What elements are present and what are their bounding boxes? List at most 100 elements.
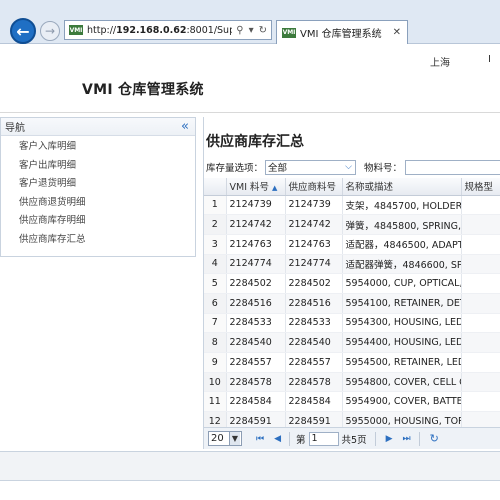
table-row[interactable]: 6 2284516 2284516 5954100, RETAINER, DET… bbox=[204, 293, 500, 314]
sidebar-item-customer-returns[interactable]: 客户退货明细 bbox=[1, 175, 195, 194]
app-title: VMI 仓库管理系统 bbox=[82, 82, 204, 98]
next-page-icon[interactable]: ▶ bbox=[386, 434, 393, 444]
page-size-select[interactable]: 20 ▼ bbox=[208, 431, 242, 446]
table-row[interactable]: 2 2124742 2124742 弹簧，4845800, SPRING, 2 bbox=[204, 214, 500, 235]
cell-desc: 适配器，4846500, ADAPT bbox=[342, 234, 462, 255]
pagination-bar: 20 ▼ ⏮ ◀ 第 1 共5页 ▶ ⏭ ↻ bbox=[204, 427, 500, 449]
cell-spec bbox=[461, 214, 500, 235]
cell-desc: 适配器弹簧，4846600, SPI bbox=[342, 254, 462, 275]
row-number: 3 bbox=[204, 234, 227, 255]
forward-arrow-icon[interactable]: → bbox=[40, 21, 60, 41]
material-number-input[interactable] bbox=[405, 159, 500, 175]
cell-vmi: 2284557 bbox=[226, 352, 286, 373]
table-row[interactable]: 1 2124739 2124739 支架，4845700, HOLDER, bbox=[204, 195, 500, 216]
browser-chrome: ← → VMI http://192.168.0.62:8001/Supplie… bbox=[0, 0, 500, 44]
back-arrow-icon[interactable]: ← bbox=[10, 18, 36, 44]
browser-tab[interactable]: VMI VMI 仓库管理系统 ✕ bbox=[276, 20, 408, 44]
page-total-label: 共5页 bbox=[341, 434, 367, 446]
column-header-spec[interactable]: 规格型 bbox=[461, 178, 500, 196]
last-page-icon[interactable]: ⏭ bbox=[403, 434, 411, 444]
cell-vmi: 2284584 bbox=[226, 391, 286, 413]
table-row[interactable]: 4 2124774 2124774 适配器弹簧，4846600, SPI bbox=[204, 254, 500, 275]
page-number-input[interactable]: 1 bbox=[308, 431, 339, 446]
page-title: 供应商库存汇总 bbox=[206, 134, 304, 150]
site-favicon-icon: VMI bbox=[69, 25, 83, 35]
material-filter-label: 物料号： bbox=[363, 163, 402, 174]
status-strip bbox=[0, 451, 500, 481]
cell-desc: 5954900, COVER, BATTER bbox=[342, 391, 462, 413]
cell-spec bbox=[461, 273, 500, 294]
sidebar-item-customer-inbound[interactable]: 客户入库明细 bbox=[1, 138, 195, 157]
previous-page-icon[interactable]: ◀ bbox=[274, 434, 281, 444]
url-prefix: http:// bbox=[87, 24, 117, 36]
table-row[interactable]: 5 2284502 2284502 5954000, CUP, OPTICAL,… bbox=[204, 273, 500, 294]
page-bottom bbox=[0, 481, 500, 500]
address-bar[interactable]: VMI http://192.168.0.62:8001/Supplier/ ⚲… bbox=[64, 20, 272, 40]
first-page-icon[interactable]: ⏮ bbox=[256, 434, 264, 444]
sidebar-item-supplier-returns[interactable]: 供应商退货明细 bbox=[1, 194, 195, 213]
cell-vmi: 2124742 bbox=[226, 214, 286, 235]
table-header-row: VMI 料号 ▲ 供应商料号 名称或描述 规格型 bbox=[204, 178, 500, 196]
pager-divider bbox=[374, 431, 376, 446]
table-row[interactable]: 8 2284540 2284540 5954400, HOUSING, LED bbox=[204, 332, 500, 353]
sidebar-title: 导航 bbox=[5, 123, 25, 134]
sidebar-item-supplier-stock-summary[interactable]: 供应商库存汇总 bbox=[1, 231, 195, 250]
column-header-vmi[interactable]: VMI 料号 ▲ bbox=[226, 178, 286, 196]
cell-supplier: 2284578 bbox=[285, 372, 343, 393]
chevron-down-icon[interactable]: ▼ bbox=[229, 432, 240, 445]
cell-supplier: 2124739 bbox=[285, 195, 343, 216]
cell-vmi: 2124763 bbox=[226, 234, 286, 255]
refresh-page-icon[interactable]: ↻ bbox=[259, 25, 267, 36]
tab-favicon-icon: VMI bbox=[282, 27, 296, 38]
column-header-vmi-label: VMI 料号 bbox=[229, 182, 270, 194]
chevron-down-icon[interactable]: ▾ bbox=[249, 25, 254, 36]
cell-spec bbox=[461, 391, 500, 413]
refresh-icon[interactable]: ↻ bbox=[430, 432, 439, 445]
address-url[interactable]: http://192.168.0.62:8001/Supplier/ bbox=[87, 25, 232, 36]
row-number: 1 bbox=[204, 195, 227, 216]
row-number: 5 bbox=[204, 273, 227, 294]
cell-vmi: 2284533 bbox=[226, 313, 286, 334]
column-header-supplier[interactable]: 供应商料号 bbox=[285, 178, 343, 196]
table-row[interactable]: 7 2284533 2284533 5954300, HOUSING, LED bbox=[204, 313, 500, 334]
cell-desc: 弹簧，4845800, SPRING, 2 bbox=[342, 214, 462, 235]
cell-vmi: 2284516 bbox=[226, 293, 286, 314]
cell-supplier: 2284557 bbox=[285, 352, 343, 373]
sidebar-item-supplier-stock-detail[interactable]: 供应商库存明细 bbox=[1, 212, 195, 231]
collapse-sidebar-icon[interactable]: « bbox=[181, 120, 189, 133]
cell-supplier: 2284540 bbox=[285, 332, 343, 353]
close-tab-icon[interactable]: ✕ bbox=[393, 27, 401, 38]
cell-spec bbox=[461, 372, 500, 393]
chevron-down-icon[interactable]: ⌵ bbox=[345, 162, 352, 172]
row-number: 2 bbox=[204, 214, 227, 235]
cell-spec bbox=[461, 293, 500, 314]
app-header: 上海 I VMI 仓库管理系统 bbox=[0, 45, 500, 113]
stock-filter-label: 库存量选项： bbox=[206, 163, 264, 174]
table-row[interactable]: 11 2284584 2284584 5954900, COVER, BATTE… bbox=[204, 391, 500, 413]
search-icon[interactable]: ⚲ bbox=[236, 25, 243, 36]
cell-spec bbox=[461, 195, 500, 216]
sidebar-header: 导航 « bbox=[1, 118, 195, 136]
cell-desc: 支架，4845700, HOLDER, bbox=[342, 195, 462, 216]
stock-filter-value: 全部 bbox=[268, 163, 288, 174]
column-header-desc[interactable]: 名称或描述 bbox=[342, 178, 462, 196]
cell-supplier: 2284516 bbox=[285, 293, 343, 314]
stock-filter-select[interactable]: 全部 ⌵ bbox=[265, 159, 356, 175]
cell-vmi: 2124739 bbox=[226, 195, 286, 216]
cell-desc: 5954500, RETAINER, LED, bbox=[342, 352, 462, 373]
pager-divider bbox=[289, 431, 291, 446]
main-panel: 供应商库存汇总 库存量选项： 全部 ⌵ 物料号： VMI 料号 ▲ 供应商料号 名… bbox=[203, 117, 500, 449]
table-row[interactable]: 3 2124763 2124763 适配器，4846500, ADAPT bbox=[204, 234, 500, 255]
cell-supplier: 2284584 bbox=[285, 391, 343, 413]
sidebar-item-customer-outbound[interactable]: 客户出库明细 bbox=[1, 157, 195, 176]
table-row[interactable]: 9 2284557 2284557 5954500, RETAINER, LED… bbox=[204, 352, 500, 373]
table-row[interactable]: 10 2284578 2284578 5954800, COVER, CELL … bbox=[204, 372, 500, 393]
cell-vmi: 2124774 bbox=[226, 254, 286, 275]
sort-ascending-icon[interactable]: ▲ bbox=[272, 184, 277, 192]
sidebar-nav: 导航 « 客户入库明细 客户出库明细 客户退货明细 供应商退货明细 供应商库存明… bbox=[0, 117, 196, 257]
cell-desc: 5954000, CUP, OPTICAL, I bbox=[342, 273, 462, 294]
stock-summary-table: VMI 料号 ▲ 供应商料号 名称或描述 规格型 1 2124739 212473… bbox=[204, 178, 500, 432]
row-number: 4 bbox=[204, 254, 227, 275]
cell-supplier: 2284502 bbox=[285, 273, 343, 294]
cell-supplier: 2124742 bbox=[285, 214, 343, 235]
